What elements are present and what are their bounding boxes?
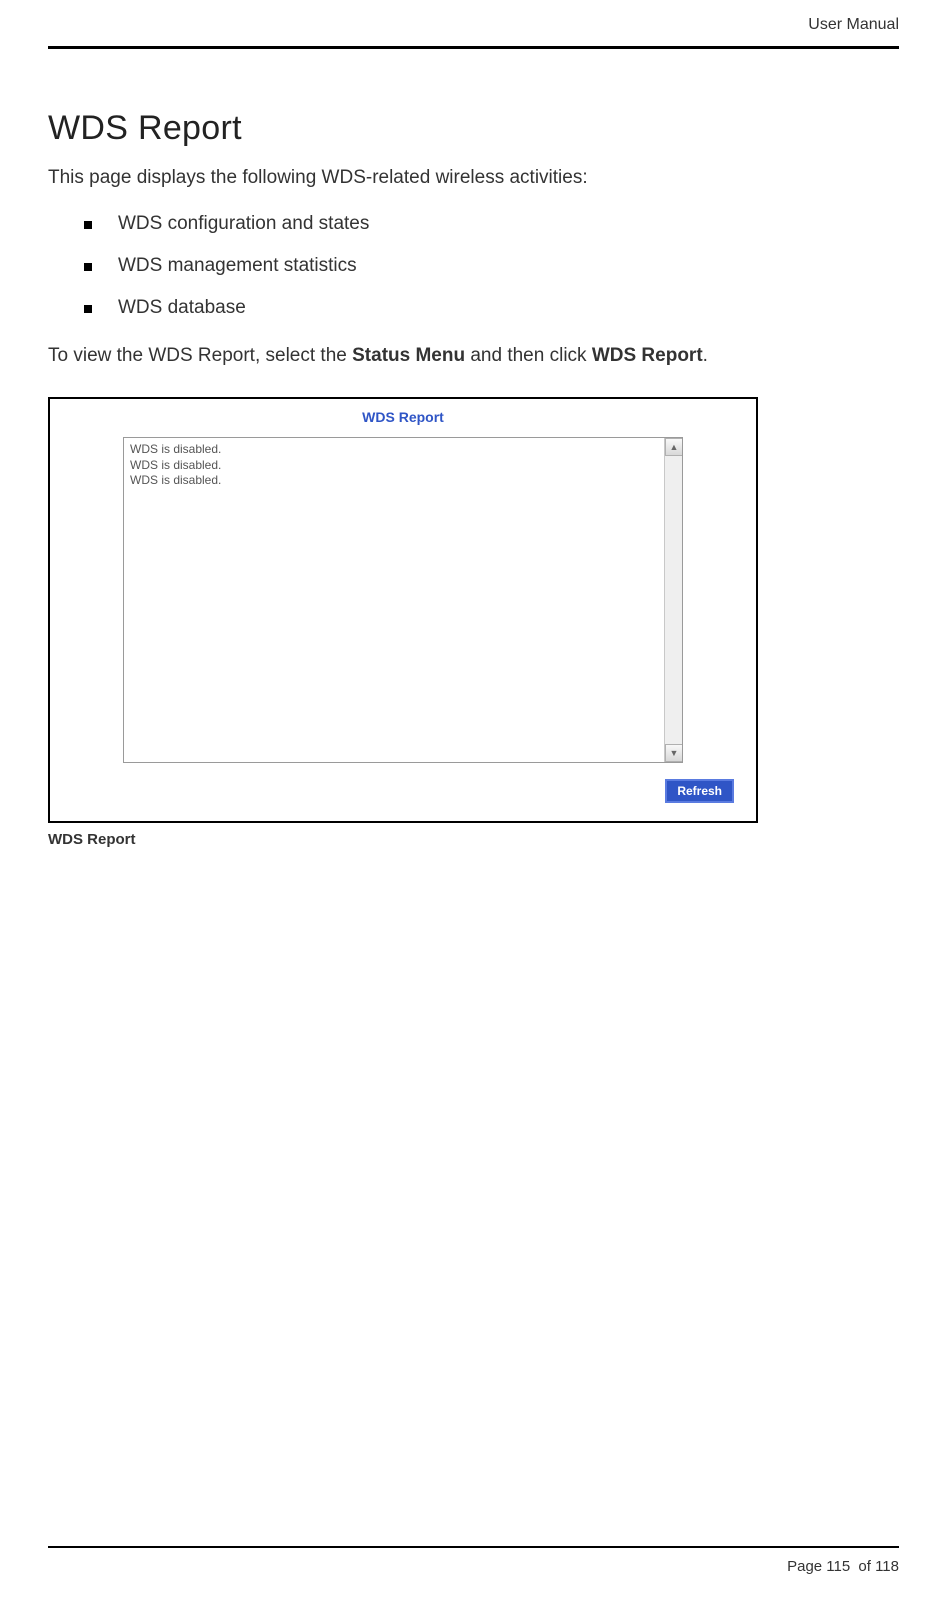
footer-total-pages: 118 [875, 1558, 899, 1575]
report-line: WDS is disabled. [130, 458, 676, 474]
section-intro: This page displays the following WDS-rel… [48, 167, 899, 189]
instruction-bold: Status Menu [352, 345, 465, 366]
button-row: Refresh [50, 779, 756, 821]
screenshot-caption: WDS Report [48, 831, 899, 848]
screenshot-frame: WDS Report WDS is disabled. WDS is disab… [48, 397, 758, 823]
list-item: WDS management statistics [84, 255, 899, 277]
document-page: User Manual WDS Report This page display… [0, 0, 947, 1601]
page-footer: Page 115 of 118 [48, 1546, 899, 1575]
panel-title: WDS Report [50, 399, 756, 431]
refresh-button[interactable]: Refresh [665, 779, 734, 803]
report-line: WDS is disabled. [130, 442, 676, 458]
footer-prefix: Page [787, 1558, 826, 1575]
textarea-wrap: WDS is disabled. WDS is disabled. WDS is… [50, 431, 756, 779]
scroll-down-icon[interactable]: ▼ [665, 744, 683, 762]
list-item: WDS configuration and states [84, 213, 899, 235]
list-item: WDS database [84, 297, 899, 319]
footer-sep: of [854, 1558, 875, 1575]
instruction-part: . [703, 345, 708, 366]
bullet-list: WDS configuration and states WDS managem… [84, 213, 899, 319]
report-textarea[interactable]: WDS is disabled. WDS is disabled. WDS is… [123, 437, 683, 763]
scrollbar[interactable]: ▲ ▼ [664, 438, 682, 762]
section-title: WDS Report [48, 109, 899, 148]
header-doc-type: User Manual [48, 0, 899, 49]
report-line: WDS is disabled. [130, 473, 676, 489]
footer-current-page: 115 [826, 1558, 850, 1575]
scroll-up-icon[interactable]: ▲ [665, 438, 683, 456]
instruction-text: To view the WDS Report, select the Statu… [48, 345, 899, 367]
instruction-bold: WDS Report [592, 345, 703, 366]
instruction-part: To view the WDS Report, select the [48, 345, 352, 366]
instruction-part: and then click [465, 345, 592, 366]
